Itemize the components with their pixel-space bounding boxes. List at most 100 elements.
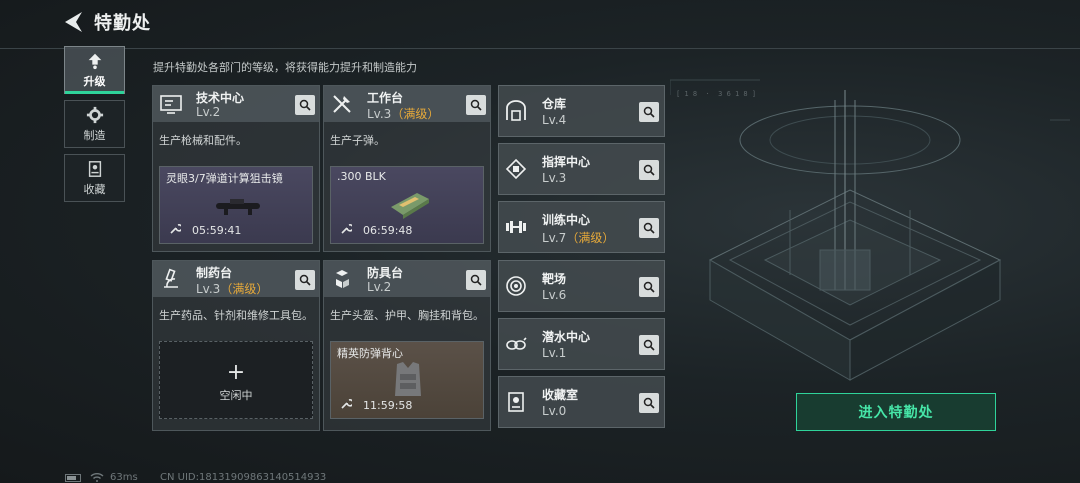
department-level: Lv.1 [542, 346, 567, 360]
search-button[interactable] [639, 335, 659, 355]
search-icon [299, 99, 311, 111]
armor-cubes-icon [336, 270, 349, 288]
department-level: Lv.3 [542, 171, 567, 185]
decorative-readout: [ 1 8 · 3 6 1 8 ] [676, 90, 757, 98]
slot-item-name: 精英防弹背心 [337, 347, 403, 360]
card-description: 生产枪械和配件。 [159, 134, 247, 147]
base-illustration [670, 79, 1070, 381]
card-tech-center[interactable]: 技术中心 Lv.2 生产枪械和配件。 灵眼3/7弹道计算狙击镜 05:59:41 [152, 85, 320, 252]
ammo-box-image [391, 193, 429, 219]
search-button[interactable] [639, 102, 659, 122]
card-pharmacy[interactable]: 制药台 Lv.3（满级） 生产药品、针剂和维修工具包。 + 空闲中 [152, 260, 320, 431]
search-icon [299, 274, 311, 286]
card-level: Lv.2 [367, 280, 392, 294]
collection-room-icon [508, 392, 524, 412]
search-button[interactable] [466, 270, 486, 290]
header-divider [0, 48, 1080, 49]
department-level: Lv.6 [542, 288, 567, 302]
dumbbell-icon [506, 221, 526, 233]
battery-icon [65, 474, 81, 482]
search-button[interactable] [639, 160, 659, 180]
production-slot[interactable]: 灵眼3/7弹道计算狙击镜 05:59:41 [159, 166, 313, 244]
department-shooting-range[interactable]: 靶场 Lv.6 [498, 260, 665, 312]
department-name: 指挥中心 [542, 155, 591, 169]
department-name: 仓库 [542, 97, 567, 111]
department-name: 靶场 [542, 272, 567, 286]
max-level-tag: （满级） [566, 231, 615, 245]
card-level: Lv.3（满级） [367, 107, 440, 121]
max-level-tag: （满级） [391, 107, 440, 121]
slot-timer: 11:59:58 [363, 399, 413, 412]
slot-timer: 06:59:48 [363, 224, 413, 237]
nav-tab-collection[interactable]: 收藏 [64, 154, 125, 202]
department-warehouse[interactable]: 仓库 Lv.4 [498, 85, 665, 137]
card-description: 生产子弹。 [330, 134, 385, 147]
user-uid: CN UID:18131909863140514933 [160, 472, 327, 483]
card-name: 工作台 [367, 91, 404, 105]
search-button[interactable] [639, 277, 659, 297]
scope-item-image [216, 199, 260, 215]
slot-timer: 05:59:41 [192, 224, 242, 237]
search-icon [643, 281, 655, 293]
enter-button-label: 进入特勤处 [858, 405, 934, 421]
search-button[interactable] [639, 218, 659, 238]
card-header: 技术中心 Lv.2 [153, 86, 319, 122]
diving-mask-icon [506, 337, 527, 350]
nav-label-craft: 制造 [83, 128, 106, 142]
microscope-icon [164, 268, 178, 288]
search-icon [470, 274, 482, 286]
department-command-center[interactable]: 指挥中心 Lv.3 [498, 143, 665, 195]
card-name: 制药台 [196, 266, 233, 280]
nav-tab-craft[interactable]: 制造 [64, 100, 125, 148]
department-name: 潜水中心 [542, 330, 591, 344]
card-armor-bench[interactable]: 防具台 Lv.2 生产头盔、护甲、胸挂和背包。 精英防弹背心 11:59:58 [323, 260, 491, 431]
search-button[interactable] [639, 393, 659, 413]
search-icon [643, 222, 655, 234]
warehouse-icon [506, 100, 526, 121]
page-subtitle: 提升特勤处各部门的等级，将获得能力提升和制造能力 [153, 61, 417, 74]
card-header: 制药台 Lv.3（满级） [153, 261, 319, 297]
department-diving-center[interactable]: 潜水中心 Lv.1 [498, 318, 665, 370]
wifi-icon [90, 473, 104, 482]
card-description: 生产头盔、护甲、胸挂和背包。 [330, 309, 484, 322]
back-arrow-icon[interactable] [62, 10, 84, 34]
search-icon [643, 397, 655, 409]
department-name: 训练中心 [542, 213, 591, 227]
card-level: Lv.2 [196, 105, 221, 119]
idle-production-slot[interactable]: + 空闲中 [159, 341, 313, 419]
search-button[interactable] [295, 270, 315, 290]
ping-readout: 63ms [110, 472, 138, 483]
production-slot[interactable]: 精英防弹背心 11:59:58 [330, 341, 484, 419]
card-workbench[interactable]: 工作台 Lv.3（满级） 生产子弹。 .300 BLK 06:59:48 [323, 85, 491, 252]
search-button[interactable] [295, 95, 315, 115]
command-chip-icon [505, 158, 527, 180]
max-level-tag: （满级） [220, 282, 269, 296]
card-description: 生产药品、针剂和维修工具包。 [159, 309, 313, 322]
idle-label: 空闲中 [219, 389, 253, 402]
department-collection-room[interactable]: 收藏室 Lv.0 [498, 376, 665, 428]
department-level: Lv.4 [542, 113, 567, 127]
card-name: 技术中心 [196, 91, 245, 105]
target-icon [506, 276, 526, 296]
tools-icon [333, 95, 351, 113]
department-level: Lv.7（满级） [542, 231, 615, 245]
search-icon [643, 106, 655, 118]
search-button[interactable] [466, 95, 486, 115]
slot-item-name: 灵眼3/7弹道计算狙击镜 [166, 172, 283, 185]
enter-special-ops-button[interactable]: 进入特勤处 [796, 393, 996, 431]
nav-tab-upgrade[interactable]: 升级 [64, 46, 125, 94]
add-icon: + [226, 360, 246, 385]
card-header: 防具台 Lv.2 [324, 261, 490, 297]
department-level: Lv.0 [542, 404, 567, 418]
department-training-center[interactable]: 训练中心 Lv.7（满级） [498, 201, 665, 253]
search-icon [643, 339, 655, 351]
gear-icon [86, 106, 103, 123]
wrench-icon [341, 224, 352, 234]
search-icon [470, 99, 482, 111]
slot-item-name: .300 BLK [337, 170, 386, 183]
production-slot[interactable]: .300 BLK 06:59:48 [330, 166, 484, 244]
monitor-icon [160, 95, 182, 114]
card-header: 工作台 Lv.3（满级） [324, 86, 490, 122]
page-title: 特勤处 [94, 13, 151, 34]
vest-item-image [395, 362, 421, 396]
